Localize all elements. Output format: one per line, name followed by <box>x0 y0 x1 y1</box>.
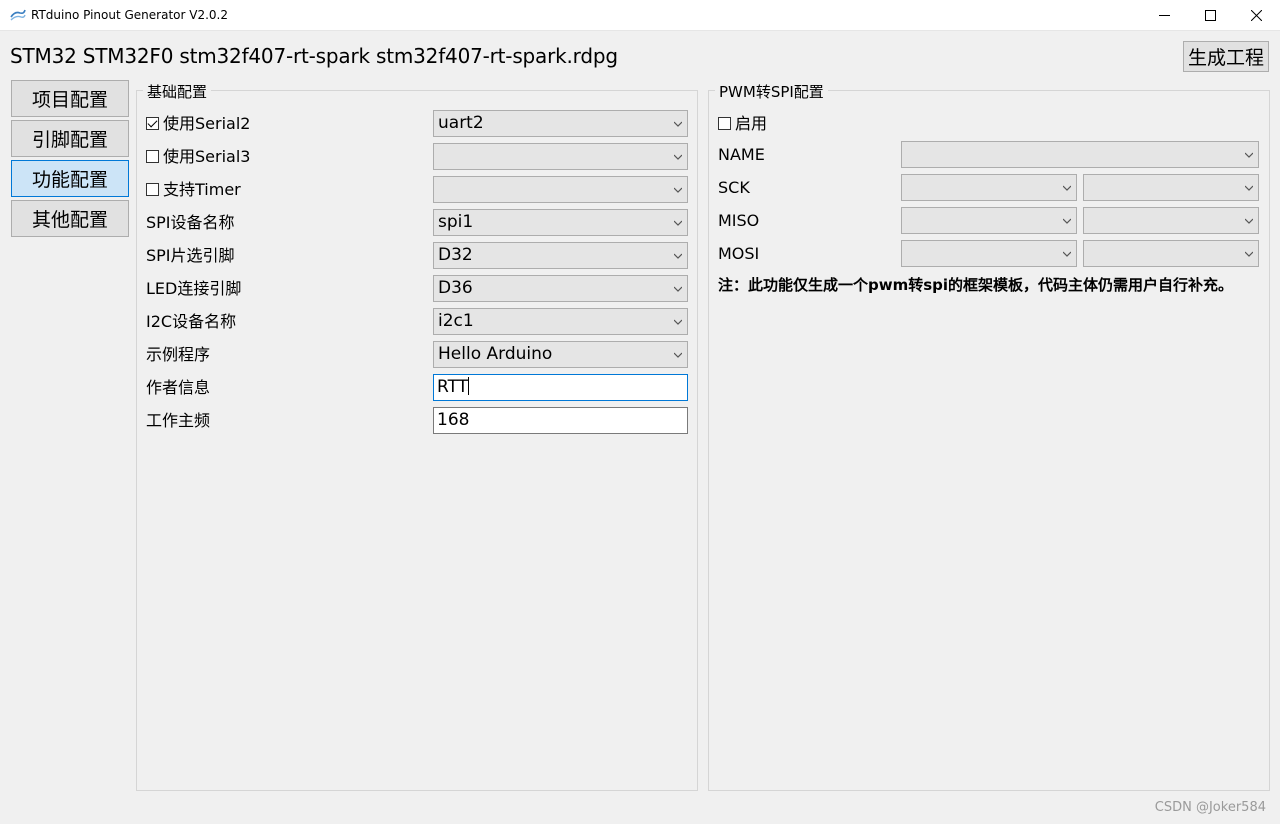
serial3-label: 使用Serial3 <box>163 147 251 166</box>
window-title: RTduino Pinout Generator V2.0.2 <box>31 8 228 22</box>
nav-project-config[interactable]: 项目配置 <box>11 80 129 117</box>
pwm-spi-title: PWM转SPI配置 <box>715 81 828 102</box>
mosi-pin-select[interactable] <box>901 240 1077 267</box>
chevron-down-icon <box>674 154 682 160</box>
mosi-timer-select[interactable] <box>1083 240 1259 267</box>
chevron-down-icon <box>1063 218 1071 224</box>
example-label: 示例程序 <box>146 345 211 364</box>
chevron-down-icon <box>1245 218 1253 224</box>
sck-timer-select[interactable] <box>1083 174 1259 201</box>
serial3-checkbox[interactable]: 使用Serial3 <box>146 147 250 167</box>
frequency-label: 工作主频 <box>146 411 211 430</box>
title-bar: RTduino Pinout Generator V2.0.2 <box>0 0 1280 31</box>
pwm-enable-checkbox[interactable]: 启用 <box>718 114 767 134</box>
chevron-down-icon <box>1245 251 1253 257</box>
spi-name-value: spi1 <box>438 212 474 232</box>
chevron-down-icon <box>1245 152 1253 158</box>
chevron-down-icon <box>674 286 682 292</box>
spi-cs-label: SPI片选引脚 <box>146 246 235 265</box>
chevron-down-icon <box>1245 185 1253 191</box>
nav-other-config[interactable]: 其他配置 <box>11 200 129 237</box>
pwm-name-label: NAME <box>718 145 765 164</box>
chevron-down-icon <box>674 220 682 226</box>
checkbox-checked-icon <box>146 117 159 130</box>
i2c-name-value: i2c1 <box>438 311 474 331</box>
chevron-down-icon <box>674 319 682 325</box>
led-pin-select[interactable]: D36 <box>433 275 688 302</box>
chevron-down-icon <box>1063 185 1071 191</box>
close-icon <box>1250 10 1262 21</box>
app-icon <box>10 9 26 21</box>
serial2-select[interactable]: uart2 <box>433 110 688 137</box>
close-button[interactable] <box>1233 0 1279 31</box>
pwm-note: 注：此功能仅生成一个pwm转spi的框架模板，代码主体仍需用户自行补充。 <box>718 276 1234 294</box>
mosi-label: MOSI <box>718 244 760 263</box>
minimize-icon <box>1158 15 1170 16</box>
pwm-name-select[interactable] <box>901 141 1259 168</box>
led-pin-label: LED连接引脚 <box>146 279 242 298</box>
generate-project-button[interactable]: 生成工程 <box>1183 41 1269 72</box>
i2c-name-label: I2C设备名称 <box>146 312 237 331</box>
led-pin-value: D36 <box>438 278 473 298</box>
project-path: STM32 STM32F0 stm32f407-rt-spark stm32f4… <box>10 44 618 68</box>
chevron-down-icon <box>674 253 682 259</box>
checkbox-unchecked-icon <box>718 117 731 130</box>
miso-timer-select[interactable] <box>1083 207 1259 234</box>
serial3-select[interactable] <box>433 143 688 170</box>
timer-checkbox[interactable]: 支持Timer <box>146 180 241 200</box>
example-value: Hello Arduino <box>438 344 553 364</box>
spi-name-select[interactable]: spi1 <box>433 209 688 236</box>
sck-pin-select[interactable] <box>901 174 1077 201</box>
minimize-button[interactable] <box>1141 0 1187 31</box>
serial2-checkbox[interactable]: 使用Serial2 <box>146 114 250 134</box>
checkbox-unchecked-icon <box>146 183 159 196</box>
miso-label: MISO <box>718 211 760 230</box>
serial2-value: uart2 <box>438 113 484 133</box>
chevron-down-icon <box>1063 251 1071 257</box>
timer-label: 支持Timer <box>163 180 241 199</box>
miso-pin-select[interactable] <box>901 207 1077 234</box>
chevron-down-icon <box>674 121 682 127</box>
i2c-name-select[interactable]: i2c1 <box>433 308 688 335</box>
spi-cs-select[interactable]: D32 <box>433 242 688 269</box>
text-caret <box>468 377 470 395</box>
pwm-enable-label: 启用 <box>735 114 768 133</box>
maximize-icon <box>1204 10 1216 21</box>
serial2-label: 使用Serial2 <box>163 114 251 133</box>
frequency-value: 168 <box>437 410 470 430</box>
nav-function-config[interactable]: 功能配置 <box>11 160 129 197</box>
checkbox-unchecked-icon <box>146 150 159 163</box>
sck-label: SCK <box>718 178 750 197</box>
maximize-button[interactable] <box>1187 0 1233 31</box>
author-value: RTT <box>437 377 469 397</box>
spi-cs-value: D32 <box>438 245 473 265</box>
author-label: 作者信息 <box>146 378 211 397</box>
example-select[interactable]: Hello Arduino <box>433 341 688 368</box>
nav-pin-config[interactable]: 引脚配置 <box>11 120 129 157</box>
timer-select[interactable] <box>433 176 688 203</box>
watermark: CSDN @Joker584 <box>1154 800 1266 815</box>
author-input[interactable]: RTT <box>433 374 688 401</box>
chevron-down-icon <box>674 352 682 358</box>
spi-name-label: SPI设备名称 <box>146 213 235 232</box>
basic-config-title: 基础配置 <box>143 81 212 102</box>
chevron-down-icon <box>674 187 682 193</box>
frequency-input[interactable]: 168 <box>433 407 688 434</box>
